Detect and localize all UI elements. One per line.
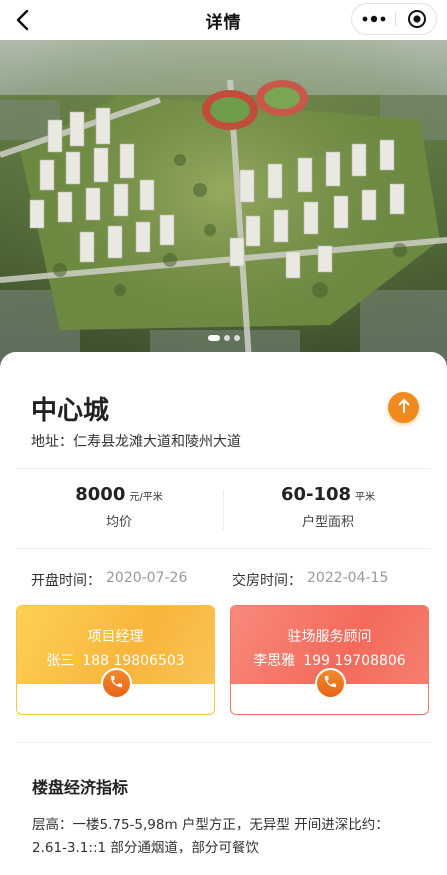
carousel-dot[interactable] [223,335,230,341]
contact-role: 驻场服务顾问 [287,629,372,645]
unit-area-label: 户型面积 [301,515,354,530]
contact-info: 张三 188 19806503 [17,650,214,670]
stat-divider [223,490,224,530]
divider [16,468,431,469]
divider [16,548,431,549]
contact-role: 项目经理 [87,629,144,645]
contact-phone: 199 19708806 [303,653,406,669]
contact-card-project-manager[interactable]: 项目经理 张三 188 19806503 [16,605,215,715]
share-up-arrow-icon [397,398,411,418]
call-button[interactable] [315,668,346,699]
share-button[interactable] [388,392,419,423]
banner-carousel[interactable] [0,40,447,375]
carousel-dots [0,335,447,341]
call-button[interactable] [101,668,132,699]
unit-area-value: 60-108 [280,484,352,505]
average-price-unit: 元/平米 [129,492,163,503]
stat-average-price: 8000 元/平米 均价 [24,484,214,530]
contact-info: 李思雅 199 19708806 [231,650,428,670]
carousel-dot-active[interactable] [207,335,220,341]
property-name: 中心城 [31,396,110,426]
contact-name: 张三 [46,653,75,669]
target-close-icon[interactable] [396,4,437,34]
nav-bar: 详情 [0,0,447,40]
delivery-date-value: 2022-04-15 [307,570,389,586]
detail-card: 中心城 地址：仁寿县龙滩大道和陵州大道 8000 元/平米 均价 60-108 平米… [0,352,447,875]
more-dots-icon[interactable] [352,4,395,34]
economics-title: 楼盘经济指标 [32,778,129,797]
aerial-rendering-image [0,40,447,375]
stat-unit-area: 60-108 平米 户型面积 [233,484,423,530]
phone-icon [323,674,338,693]
contact-name: 李思雅 [253,653,296,669]
divider [16,742,431,743]
delivery-date-label: 交房时间： [232,573,302,589]
open-date-label: 开盘时间： [31,573,101,589]
average-price-value: 8000 [75,484,126,505]
economics-text: 层高：一楼5.75-5,98m 户型方正，无异型 开间进深比约：2.61-3.1… [32,817,389,856]
contact-phone: 188 19806503 [82,653,185,669]
page: 详情 中心城 地址：仁寿县龙滩大道和陵州大道 8000 元/平米 均价 60-1… [0,0,447,875]
phone-icon [109,674,124,693]
open-date-value: 2020-07-26 [106,570,188,586]
carousel-dot[interactable] [233,335,240,341]
average-price-label: 均价 [105,515,132,530]
mini-program-capsule [351,3,437,35]
unit-area-unit: 平米 [355,492,376,503]
contact-card-service-advisor[interactable]: 驻场服务顾问 李思雅 199 19708806 [230,605,429,715]
property-address: 地址：仁寿县龙滩大道和陵州大道 [31,434,241,450]
